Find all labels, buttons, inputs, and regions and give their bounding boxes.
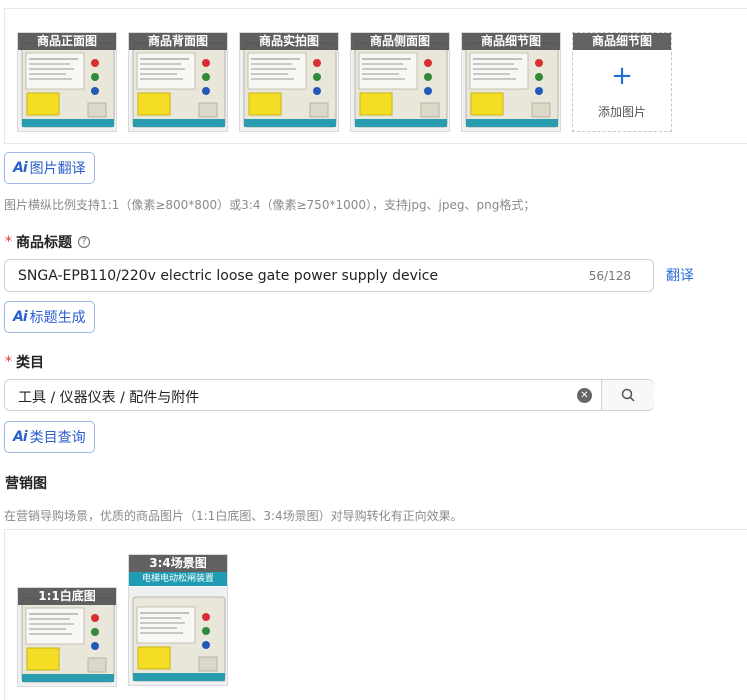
image-translate-label: 图片翻译 xyxy=(29,161,86,177)
product-image-back[interactable]: 商品背面图 xyxy=(128,32,228,132)
title-input[interactable]: SNGA-EPB110/220v electric loose gate pow… xyxy=(4,259,654,292)
image-caption: 商品背面图 xyxy=(129,33,227,50)
title-generate-label: 标题生成 xyxy=(29,310,86,326)
ai-icon: Ai xyxy=(13,160,28,176)
image-caption: 商品侧面图 xyxy=(351,33,449,50)
image-caption: 商品正面图 xyxy=(18,33,116,50)
image-caption: 商品细节图 xyxy=(573,33,671,50)
scene-banner: 电梯电动松闸装置 xyxy=(129,572,227,586)
category-input-value: 工具 / 仪器仪表 / 配件与附件 xyxy=(18,390,200,406)
marketing-label: 营销图 xyxy=(5,476,47,492)
category-search-button[interactable] xyxy=(602,380,654,410)
image-caption: 商品细节图 xyxy=(462,33,560,50)
image-caption: 1:1白底图 xyxy=(18,588,116,605)
marketing-image-white-bg[interactable]: 1:1白底图 xyxy=(17,587,117,687)
required-mark: * xyxy=(5,234,12,250)
image-format-hint: 图片横纵比例支持1:1（像素≥800*800）或3:4（像素≥750*1000）… xyxy=(4,198,536,212)
category-label: * 类目 xyxy=(5,352,44,372)
product-image-front[interactable]: 商品正面图 xyxy=(17,32,117,132)
plus-icon: + xyxy=(611,61,633,91)
category-query-label: 类目查询 xyxy=(29,430,86,446)
title-generate-button[interactable]: Ai 标题生成 xyxy=(4,301,95,333)
category-query-button[interactable]: Ai 类目查询 xyxy=(4,421,95,453)
title-label-text: 商品标题 xyxy=(16,235,72,251)
category-label-text: 类目 xyxy=(16,355,44,371)
ai-icon: Ai xyxy=(13,429,28,445)
image-caption: 商品实拍图 xyxy=(240,33,338,50)
marketing-image-scene[interactable]: 3:4场景图 电梯电动松闸装置 xyxy=(128,554,228,686)
product-image-real[interactable]: 商品实拍图 xyxy=(239,32,339,132)
product-images-panel: 商品正面图 商品背面图 商品实拍图 商品侧面图 商品细节图 商品细节图 + 添加… xyxy=(4,8,747,144)
title-input-value: SNGA-EPB110/220v electric loose gate pow… xyxy=(18,268,439,284)
product-image-detail[interactable]: 商品细节图 xyxy=(461,32,561,132)
ai-icon: Ai xyxy=(13,309,28,325)
title-char-count: 56/128 xyxy=(588,269,631,283)
title-label: * 商品标题 ? xyxy=(5,232,90,252)
device-photo xyxy=(129,587,227,685)
marketing-images-panel: 1:1白底图 3:4场景图 电梯电动松闸装置 xyxy=(4,529,747,700)
image-caption: 3:4场景图 xyxy=(129,555,227,572)
translate-link[interactable]: 翻译 xyxy=(666,265,694,285)
search-icon xyxy=(621,388,635,402)
add-image-button[interactable]: 商品细节图 + 添加图片 xyxy=(572,32,672,132)
question-circle-icon[interactable]: ? xyxy=(78,236,90,248)
required-mark: * xyxy=(5,354,12,370)
add-image-label: 添加图片 xyxy=(597,105,646,119)
product-image-side[interactable]: 商品侧面图 xyxy=(350,32,450,132)
image-translate-button[interactable]: Ai 图片翻译 xyxy=(4,152,95,184)
category-input[interactable]: 工具 / 仪器仪表 / 配件与附件 ✕ xyxy=(4,379,654,411)
marketing-hint: 在营销导购场景，优质的商品图片（1:1白底图、3:4场景图）对导购转化有正向效果… xyxy=(4,509,463,523)
clear-icon[interactable]: ✕ xyxy=(577,388,592,403)
